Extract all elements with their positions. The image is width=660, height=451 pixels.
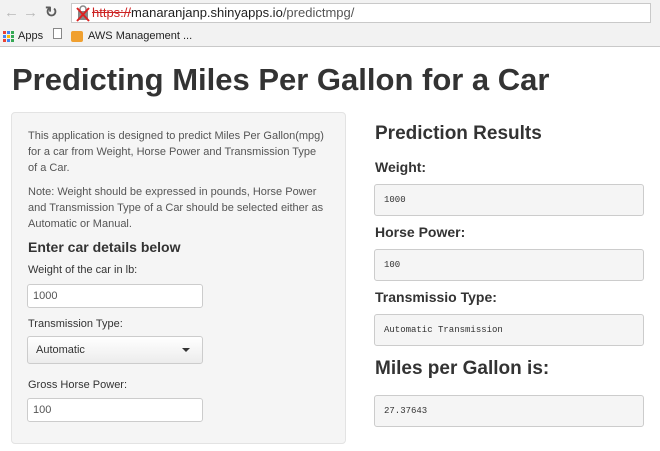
url-text: https://manaranjanp.shinyapps.io/predict… xyxy=(92,5,354,21)
page-title: Predicting Miles Per Gallon for a Car xyxy=(12,62,550,97)
result-weight-label: Weight: xyxy=(375,159,427,175)
transmission-label: Transmission Type: xyxy=(28,318,123,330)
caret-down-icon xyxy=(182,348,190,352)
results-title: Prediction Results xyxy=(375,123,542,144)
bookmark-aws-label: AWS Management ... xyxy=(88,30,193,42)
result-mpg-output: 27.37643 xyxy=(374,395,644,427)
insecure-lock-icon xyxy=(76,5,90,22)
bookmark-page[interactable] xyxy=(53,28,62,39)
bookmark-apps[interactable]: Apps xyxy=(3,28,43,44)
result-transmission-label: Transmissio Type: xyxy=(375,289,497,305)
weight-input[interactable] xyxy=(27,284,203,308)
url-protocol: https:// xyxy=(92,5,132,20)
app-note: Note: Weight should be expressed in poun… xyxy=(28,186,324,230)
result-transmission-output: Automatic Transmission xyxy=(374,314,644,346)
result-horse-power-label: Horse Power: xyxy=(375,224,466,240)
bookmark-apps-label: Apps xyxy=(18,30,44,42)
back-arrow-icon[interactable]: ← xyxy=(4,4,19,22)
input-panel: This application is designed to predict … xyxy=(11,112,346,444)
url-host: manaranjanp.shinyapps.io xyxy=(131,5,283,20)
reload-icon[interactable]: ↻ xyxy=(45,4,58,22)
bookmarks-bar: Apps AWS Management ... xyxy=(0,26,660,47)
result-horse-power-output: 100 xyxy=(374,249,644,281)
horse-power-label: Gross Horse Power: xyxy=(28,379,128,391)
url-path: /predictmpg/ xyxy=(282,5,355,20)
address-bar[interactable]: https://manaranjanp.shinyapps.io/predict… xyxy=(71,3,651,23)
aws-cube-icon xyxy=(71,30,83,42)
page-icon xyxy=(53,28,62,39)
input-heading: Enter car details below xyxy=(28,239,181,255)
transmission-select[interactable]: Automatic xyxy=(27,336,203,364)
weight-label: Weight of the car in lb: xyxy=(28,264,138,276)
forward-arrow-icon[interactable]: → xyxy=(23,4,38,22)
app-description: This application is designed to predict … xyxy=(28,130,324,174)
result-mpg-label: Miles per Gallon is: xyxy=(375,358,550,379)
transmission-selected-value: Automatic xyxy=(36,344,85,356)
apps-grid-icon xyxy=(3,30,14,42)
horse-power-input[interactable] xyxy=(27,398,203,422)
result-weight-output: 1000 xyxy=(374,184,644,216)
bookmark-aws[interactable]: AWS Management ... xyxy=(71,28,192,44)
browser-toolbar: ← → ↻ https://manaranjanp.shinyapps.io/p… xyxy=(0,0,660,26)
